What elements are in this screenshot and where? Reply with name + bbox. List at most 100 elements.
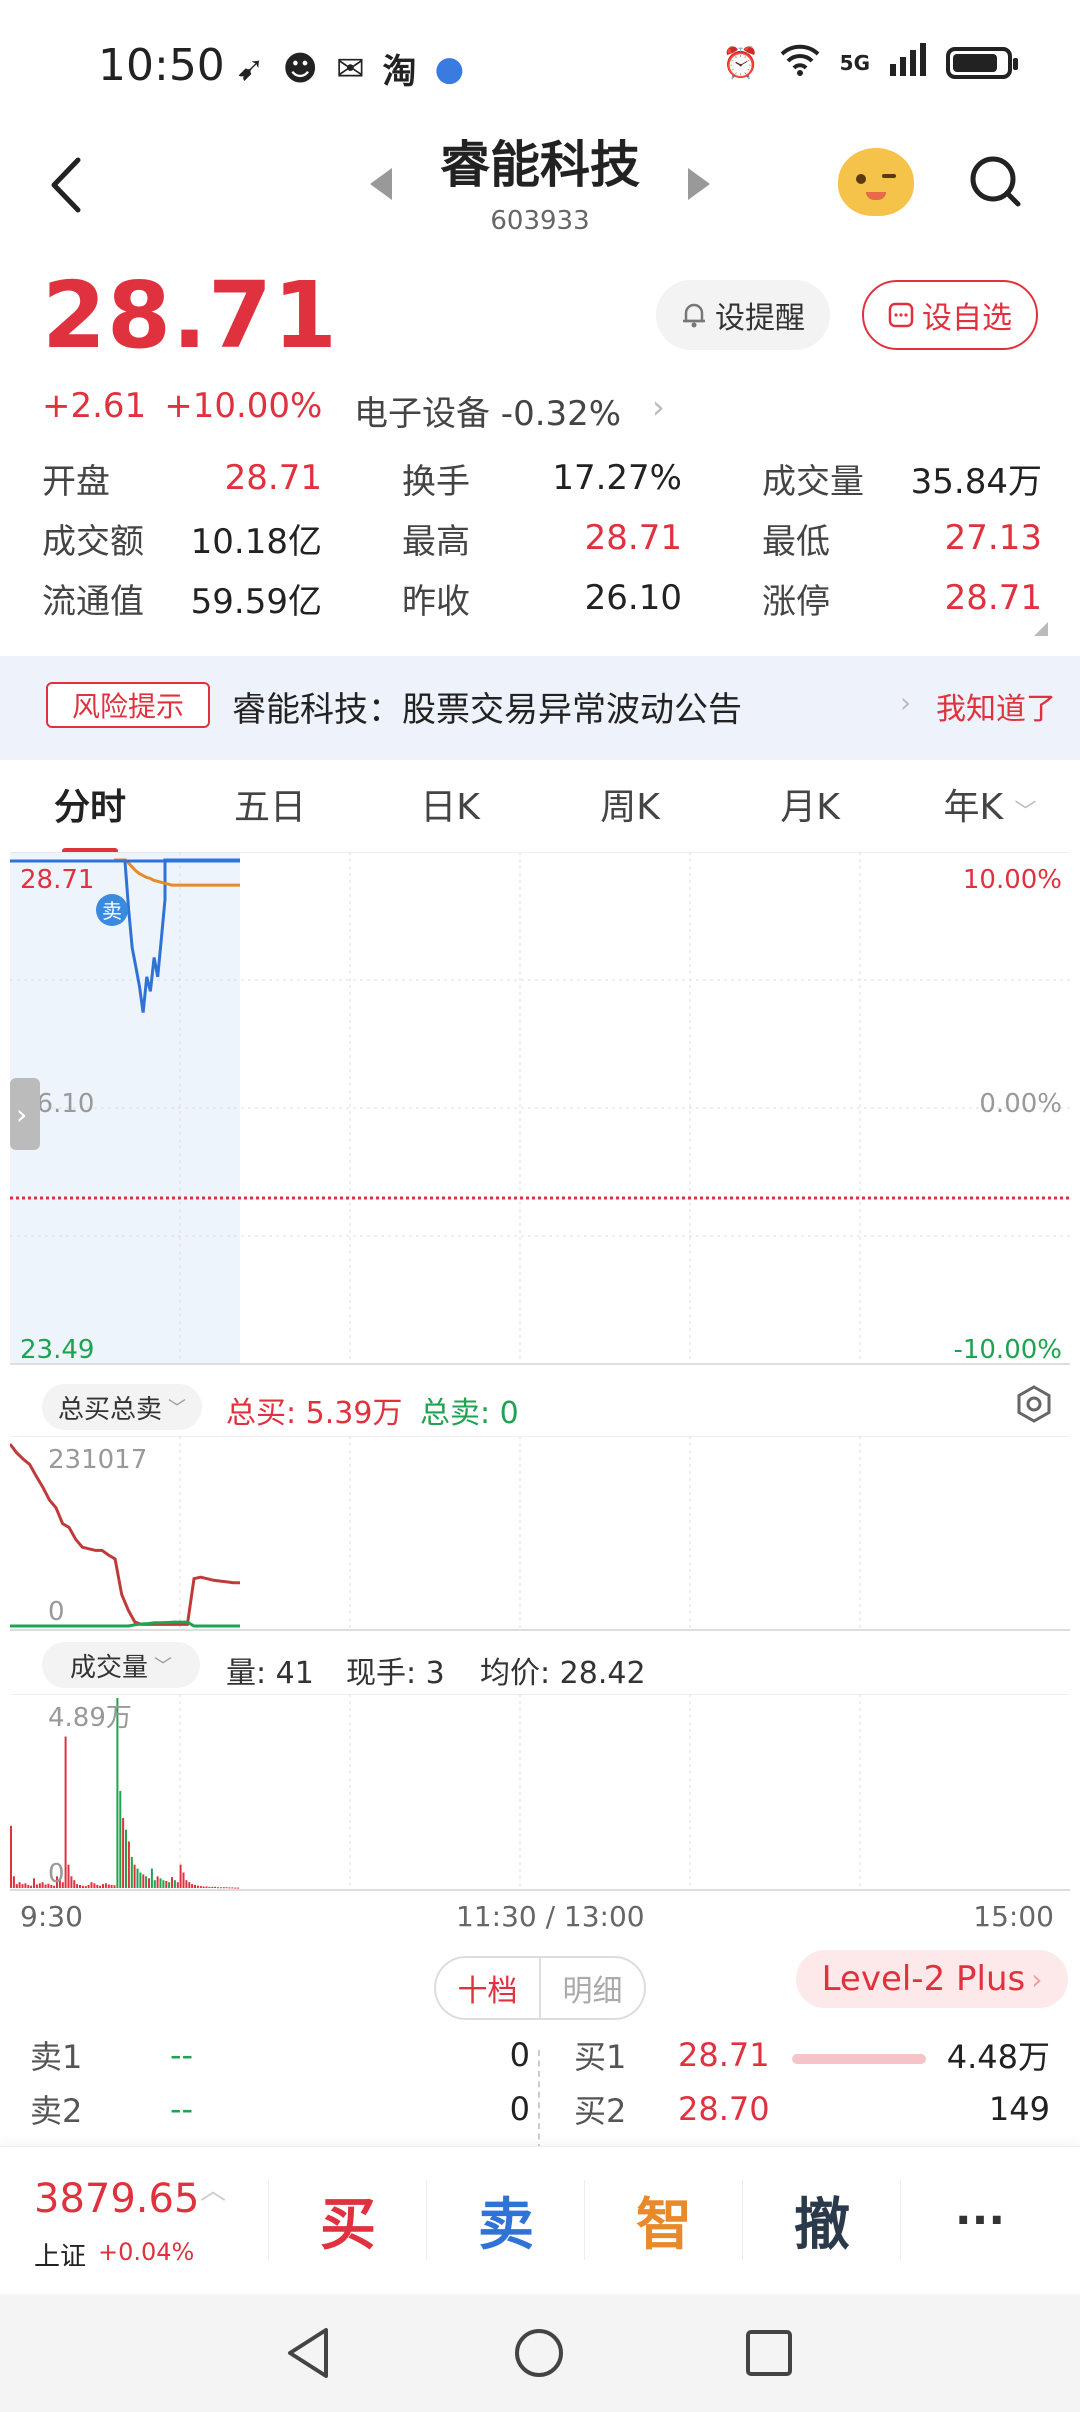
search-icon[interactable] [968, 154, 1022, 208]
stat-label: 昨收 [402, 581, 470, 622]
add-watchlist-button[interactable]: 设自选 [862, 280, 1038, 350]
volume-bar [142, 1874, 145, 1888]
risk-tag: 风险提示 [46, 682, 210, 728]
volume-bar [179, 1864, 182, 1888]
volume-bar [64, 1736, 67, 1888]
volume-avg: 均价: 28.42 [480, 1656, 646, 1691]
volume-bar [237, 1887, 240, 1889]
volume-bar [208, 1886, 211, 1888]
volume-bar [156, 1876, 159, 1888]
volume-bar [33, 1878, 35, 1888]
buysell-zero-label: 0 [48, 1597, 65, 1627]
volume-selector-label: 成交量 [69, 1652, 148, 1683]
watchlist-icon [888, 302, 914, 328]
volume-bar [79, 1884, 81, 1888]
sell-marker-label: 卖 [102, 899, 122, 923]
stat-label: 成交额 [42, 521, 144, 562]
volume-bar [76, 1884, 79, 1888]
level-volume: 149 [988, 2090, 1050, 2128]
volume-bar [173, 1880, 176, 1888]
ten-levels-tab[interactable]: 十档 [436, 1958, 539, 2018]
details-tab[interactable]: 明细 [539, 1958, 644, 2018]
level-price: 28.71 [678, 2036, 770, 2074]
volume-chart[interactable]: 4.89万 0 [10, 1694, 1070, 1894]
volume-bar [228, 1887, 231, 1889]
network-label: 5G [839, 51, 870, 75]
more-button[interactable]: ··· [900, 2180, 1059, 2260]
volume-bar [15, 1884, 18, 1888]
set-alert-label: 设提醒 [715, 301, 805, 336]
change-percent: +10.00% [164, 386, 323, 426]
mascot-icon[interactable] [838, 148, 914, 216]
volume-bar [96, 1884, 99, 1888]
volume-bar [99, 1885, 102, 1888]
order-book: 卖1 -- 0 买1 28.71 4.48万 卖2 -- 0 买2 28.70 … [30, 2028, 1050, 2136]
status-bar: 10:50 ➹ ☻ ✉ 淘 ● ⏰ 5G [0, 0, 1080, 130]
nav-recents-icon[interactable] [744, 2328, 794, 2378]
volume-bar [84, 1886, 87, 1888]
nav-home-icon[interactable] [512, 2326, 566, 2380]
stat-value: 28.71 [224, 458, 322, 498]
sell-level-1: 卖1 -- 0 [30, 2032, 530, 2078]
chevron-down-icon: ﹀ [154, 1656, 172, 1677]
volume-bar [194, 1884, 196, 1888]
risk-ack-button[interactable]: 我知道了 [936, 684, 1056, 728]
stats-row: 成交额 10.18亿 最高 28.71 最低 27.13 [42, 508, 1042, 568]
volume-bar [21, 1884, 24, 1888]
volume-bar [113, 1885, 116, 1888]
price-change: +2.61 +10.00% [42, 386, 322, 426]
volume-bar [214, 1886, 217, 1888]
planet-icon: ● [434, 48, 465, 89]
time-axis: 9:30 11:30 / 13:00 15:00 [0, 1896, 1080, 1936]
volume-bar [191, 1884, 194, 1888]
volume-bar [217, 1887, 219, 1889]
smart-button[interactable]: 智 [584, 2180, 743, 2260]
volume-bar [165, 1881, 168, 1888]
cancel-order-button[interactable]: 撤 [742, 2180, 901, 2260]
sell-button[interactable]: 卖 [426, 2180, 585, 2260]
pct-top-label: 10.00% [963, 865, 1062, 895]
level-volume: 0 [509, 2036, 530, 2074]
set-alert-button[interactable]: 设提醒 [656, 280, 830, 350]
volume-bar [130, 1856, 133, 1888]
expand-stats-icon[interactable] [1034, 622, 1048, 636]
buy-button[interactable]: 买 [268, 2180, 427, 2260]
level-volume: 4.48万 [946, 2038, 1050, 2076]
volume-current: 现手: 3 [346, 1656, 445, 1691]
buysell-chart[interactable]: 231017 0 [10, 1436, 1070, 1632]
buy-level-2: 买2 28.70 149 [574, 2086, 1050, 2132]
stat-value: 35.84万 [910, 461, 1042, 502]
volume-bar [150, 1868, 153, 1888]
next-stock-button[interactable] [688, 168, 710, 200]
volume-bar [35, 1884, 38, 1888]
stat-label: 最低 [762, 521, 830, 562]
risk-text[interactable]: 睿能科技：股票交易异常波动公告 [232, 682, 742, 731]
time-start-label: 9:30 [20, 1900, 83, 1933]
sector-link[interactable]: 电子设备 -0.32% [354, 386, 621, 435]
volume-bar [44, 1884, 47, 1888]
volume-bar [67, 1864, 70, 1888]
orderbook-toggle[interactable]: 十档 明细 [434, 1956, 646, 2020]
level-label: 买1 [574, 2038, 627, 2076]
volume-bar [222, 1887, 225, 1889]
level2-button[interactable]: Level-2 Plus › [796, 1950, 1068, 2008]
buysell-selector[interactable]: 总买总卖 ﹀ [42, 1384, 202, 1430]
time-mid-label: 11:30 / 13:00 [456, 1900, 645, 1933]
nav-back-icon[interactable] [284, 2326, 334, 2380]
index-value[interactable]: 3879.65 [34, 2176, 199, 2222]
intraday-price-chart[interactable]: 28.71 26.10 23.49 10.00% 0.00% -10.00% 卖… [10, 852, 1070, 1372]
chevron-down-icon: ﹀ [168, 1398, 186, 1419]
volume-bar [199, 1886, 202, 1888]
pct-mid-label: 0.00% [979, 1089, 1062, 1119]
chevron-right-icon: › [16, 1098, 27, 1131]
volume-bar [188, 1882, 191, 1888]
stat-value: 59.59亿 [190, 581, 322, 622]
volume-bar [41, 1882, 44, 1888]
stat-label: 流通值 [42, 581, 144, 622]
stat-label: 换手 [402, 461, 470, 502]
volume-bar [202, 1886, 205, 1888]
volume-selector[interactable]: 成交量 ﹀ [42, 1642, 200, 1688]
level-label: 卖2 [30, 2092, 83, 2130]
settings-icon[interactable] [1014, 1384, 1054, 1424]
volume-bar [93, 1883, 96, 1888]
